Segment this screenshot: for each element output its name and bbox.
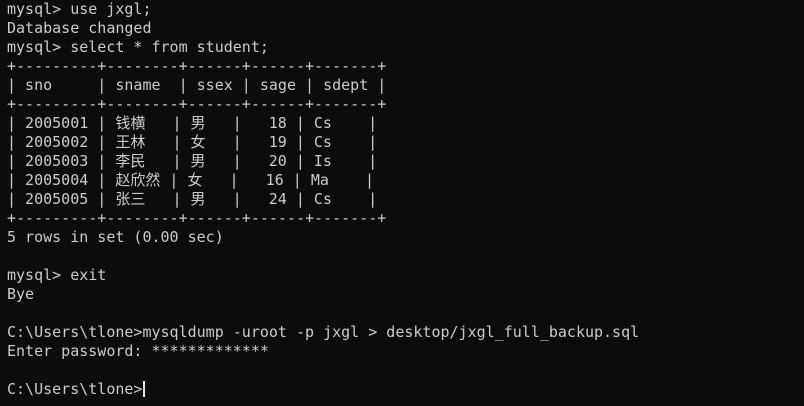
terminal-window[interactable]: mysql> use jxgl; Database changed mysql>… (0, 0, 804, 406)
prompt-text: C:\Users\tlone> (7, 380, 143, 398)
command-line: mysql> exit (7, 266, 107, 284)
output-line: Bye (7, 285, 35, 303)
output-line: Enter password: ************* (7, 342, 269, 360)
command-line: mysql> use jxgl; (7, 0, 152, 18)
command-line: mysql> select * from student; (7, 38, 269, 56)
table-row: | 2005001 | 钱横 | 男 | 18 | Cs | (7, 114, 378, 132)
table-border: +---------+--------+------+------+------… (7, 95, 387, 113)
text-cursor (143, 381, 146, 397)
command-line: C:\Users\tlone>mysqldump -uroot -p jxgl … (7, 323, 640, 341)
output-line: 5 rows in set (0.00 sec) (7, 228, 224, 246)
table-border: +---------+--------+------+------+------… (7, 209, 387, 227)
prompt-line[interactable]: C:\Users\tlone> (7, 380, 804, 399)
table-row: | 2005003 | 李民 | 男 | 20 | Is | (7, 152, 378, 170)
table-row: | 2005002 | 王林 | 女 | 19 | Cs | (7, 133, 378, 151)
table-row: | 2005004 | 赵欣然 | 女 | 16 | Ma | (7, 171, 375, 189)
table-header-row: | sno | sname | ssex | sage | sdept | (7, 76, 387, 94)
table-border: +---------+--------+------+------+------… (7, 57, 387, 75)
output-line: Database changed (7, 19, 152, 37)
table-row: | 2005005 | 张三 | 男 | 24 | Cs | (7, 190, 378, 208)
